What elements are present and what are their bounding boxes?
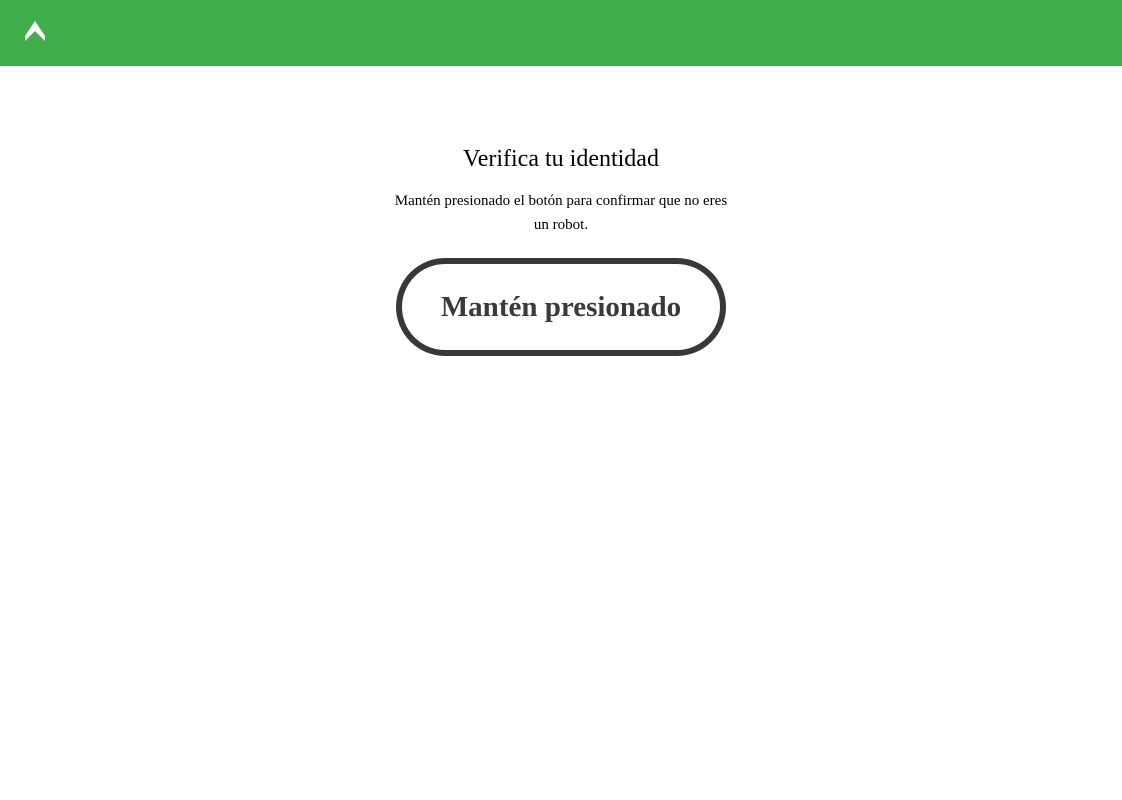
chevron-up-logo-icon[interactable]: [24, 20, 46, 42]
press-and-hold-button[interactable]: Mantén presionado: [396, 258, 726, 356]
header-bar: [0, 0, 1122, 66]
instruction-text: Mantén presionado el botón para confirma…: [394, 193, 728, 233]
page-title: Verifica tu identidad: [463, 146, 659, 172]
hold-button-label: Mantén presionado: [440, 290, 682, 323]
